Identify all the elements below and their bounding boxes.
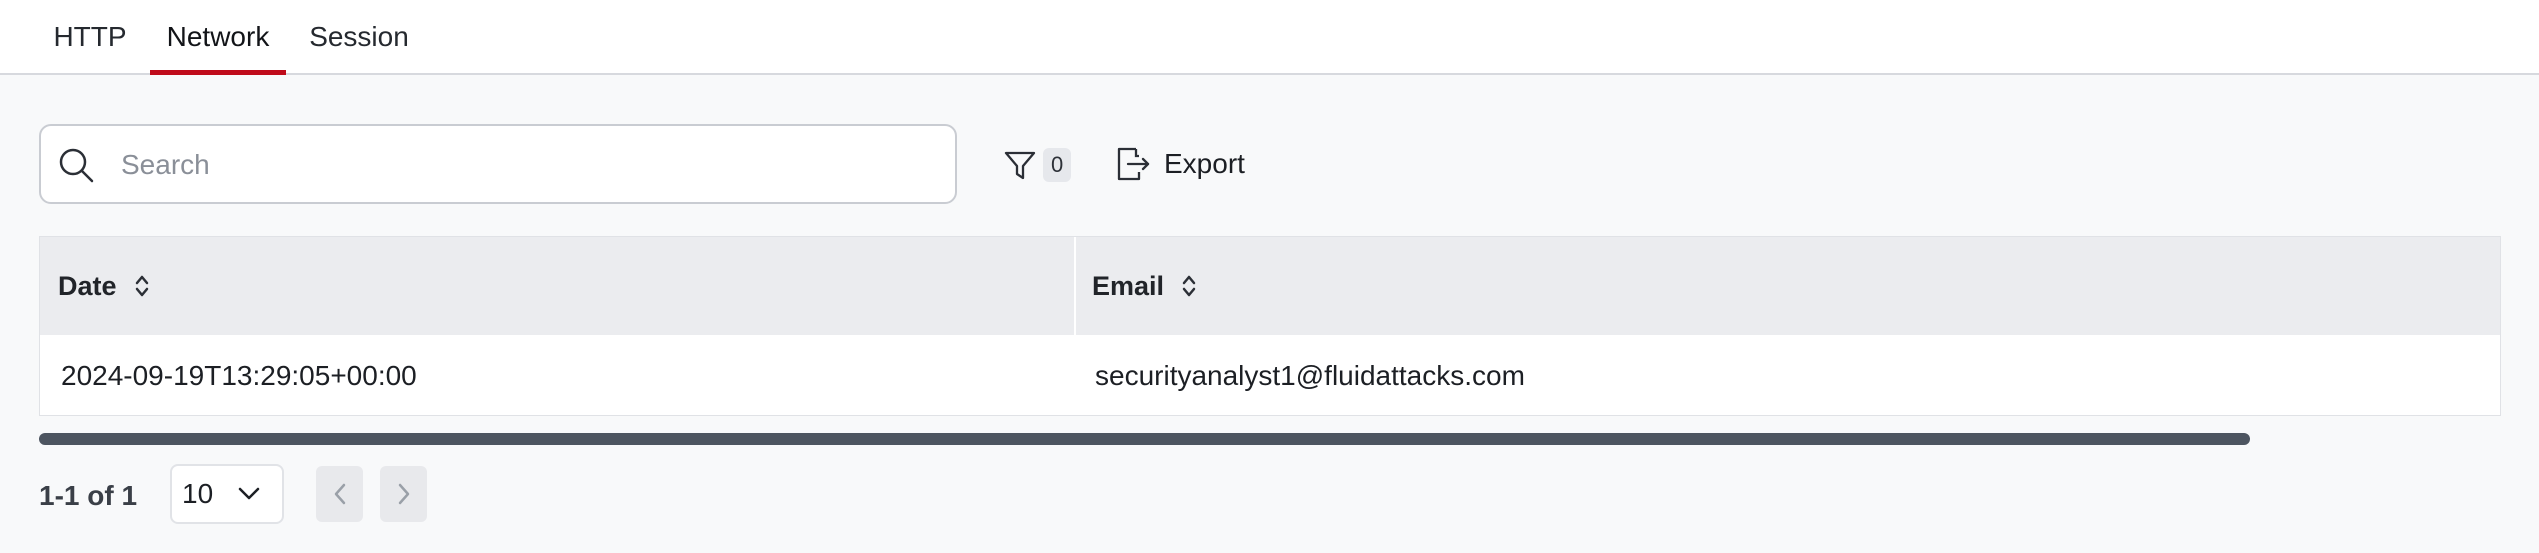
column-header-label: Email: [1092, 270, 1165, 301]
previous-page-button[interactable]: [316, 466, 363, 522]
export-label: Export: [1164, 148, 1245, 179]
search-input[interactable]: [119, 126, 943, 204]
column-header-email[interactable]: Email: [1092, 237, 1196, 335]
page-size-select[interactable]: 10: [170, 464, 284, 524]
search-icon: [59, 148, 94, 183]
export-icon: [1117, 147, 1150, 181]
tab-session[interactable]: Session: [306, 0, 412, 73]
page-size-value: 10: [182, 478, 214, 509]
table-cell-email: securityanalyst1@fluidattacks.com: [1095, 360, 1525, 391]
pagination-info: 1-1 of 1: [39, 480, 138, 511]
filter-count-badge: 0: [1043, 148, 1072, 182]
search-box: [39, 124, 957, 204]
table-row[interactable]: 2024-09-19T13:29:05+00:00 securityanalys…: [40, 335, 2500, 415]
chevron-left-icon: [334, 483, 345, 505]
table-header: Date Email: [40, 237, 2500, 335]
column-header-date[interactable]: Date: [58, 237, 149, 335]
next-page-button[interactable]: [380, 466, 427, 522]
export-button[interactable]: Export: [1112, 142, 1245, 186]
sort-icon[interactable]: [135, 272, 149, 300]
column-header-label: Date: [58, 270, 117, 301]
tab-bar: HTTP Network Session: [0, 0, 2539, 75]
filter-icon: [1004, 151, 1036, 180]
tab-network[interactable]: Network: [150, 0, 286, 75]
chevron-right-icon: [398, 483, 409, 505]
tab-http[interactable]: HTTP: [50, 0, 130, 73]
data-table: Date Email 2024-09-19T13:29:05+00:00 sec…: [39, 236, 2501, 416]
chevron-down-icon: [238, 487, 260, 500]
column-divider[interactable]: [1074, 237, 1076, 335]
filter-button[interactable]: 0: [1003, 143, 1072, 187]
table-cell-date: 2024-09-19T13:29:05+00:00: [61, 360, 417, 391]
sort-icon[interactable]: [1182, 272, 1196, 300]
horizontal-scrollbar[interactable]: [39, 433, 2250, 445]
